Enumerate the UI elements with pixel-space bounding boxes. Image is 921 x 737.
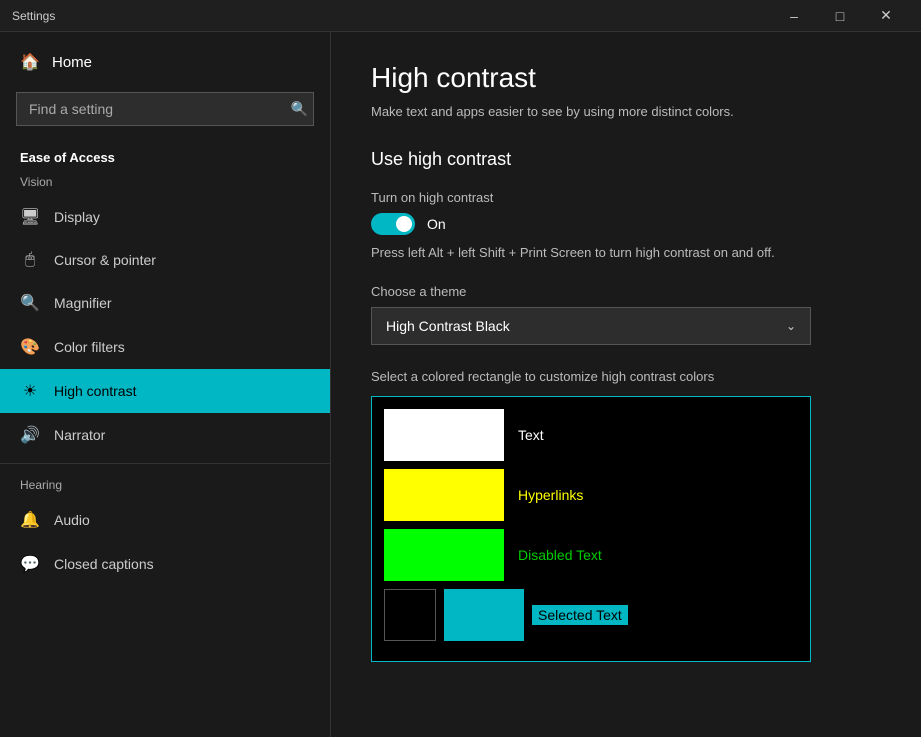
audio-icon: 🔔: [20, 510, 40, 530]
toggle-knob: [396, 216, 412, 232]
chevron-down-icon: ⌄: [786, 319, 796, 333]
sidebar: 🏠 Home 🔍 Ease of Access Vision 🖥 Display…: [0, 32, 330, 737]
vision-label: Vision: [0, 171, 330, 195]
sidebar-item-color-filters[interactable]: 🎨 Color filters: [0, 325, 330, 369]
search-input[interactable]: [16, 92, 314, 126]
sidebar-cursor-label: Cursor & pointer: [54, 252, 156, 268]
magnifier-icon: 🔍: [20, 293, 40, 313]
display-icon: 🖥: [20, 207, 40, 227]
selected-text-label: Selected Text: [532, 605, 628, 625]
sidebar-audio-label: Audio: [54, 512, 90, 528]
cursor-icon: 🖱: [20, 251, 40, 269]
page-subtitle: Make text and apps easier to see by usin…: [371, 104, 881, 119]
high-contrast-icon: ☀: [20, 381, 40, 401]
narrator-icon: 🔊: [20, 425, 40, 445]
main-content: High contrast Make text and apps easier …: [330, 32, 921, 737]
sidebar-divider: [0, 463, 330, 464]
color-row-text: Text: [384, 409, 798, 461]
toggle-row: On: [371, 213, 881, 235]
color-rect-label: Select a colored rectangle to customize …: [371, 369, 881, 384]
app-container: 🏠 Home 🔍 Ease of Access Vision 🖥 Display…: [0, 32, 921, 737]
theme-selected-value: High Contrast Black: [386, 318, 510, 334]
text-color-swatch[interactable]: [384, 409, 504, 461]
selected-text-fg-swatch[interactable]: [444, 589, 524, 641]
hearing-label: Hearing: [0, 470, 330, 498]
choose-theme-label: Choose a theme: [371, 284, 881, 299]
selected-text-bg-swatch[interactable]: [384, 589, 436, 641]
sidebar-item-magnifier[interactable]: 🔍 Magnifier: [0, 281, 330, 325]
toggle-label: Turn on high contrast: [371, 190, 881, 205]
shortcut-hint: Press left Alt + left Shift + Print Scre…: [371, 245, 881, 260]
text-color-label: Text: [518, 427, 544, 443]
color-row-hyperlinks: Hyperlinks: [384, 469, 798, 521]
sidebar-closed-captions-label: Closed captions: [54, 556, 154, 572]
search-button[interactable]: 🔍: [291, 101, 308, 118]
theme-dropdown[interactable]: High Contrast Black ⌄: [371, 307, 811, 345]
closed-captions-icon: 💬: [20, 554, 40, 574]
color-filters-icon: 🎨: [20, 337, 40, 357]
sidebar-item-high-contrast[interactable]: ☀ High contrast: [0, 369, 330, 413]
maximize-button[interactable]: □: [817, 0, 863, 32]
sidebar-item-closed-captions[interactable]: 💬 Closed captions: [0, 542, 330, 586]
toggle-state-label: On: [427, 216, 446, 232]
hyperlinks-color-swatch[interactable]: [384, 469, 504, 521]
sidebar-narrator-label: Narrator: [54, 427, 105, 443]
disabled-text-color-swatch[interactable]: [384, 529, 504, 581]
sidebar-item-display[interactable]: 🖥 Display: [0, 195, 330, 239]
sidebar-home-item[interactable]: 🏠 Home: [0, 32, 330, 92]
color-row-selected-text: Selected Text: [384, 589, 798, 641]
sidebar-color-filters-label: Color filters: [54, 339, 125, 355]
high-contrast-toggle[interactable]: [371, 213, 415, 235]
hyperlinks-color-label: Hyperlinks: [518, 487, 583, 503]
sidebar-search-container: 🔍: [16, 92, 314, 126]
app-title: Settings: [12, 9, 55, 23]
section-heading: Use high contrast: [371, 149, 881, 170]
close-button[interactable]: ✕: [863, 0, 909, 32]
sidebar-display-label: Display: [54, 209, 100, 225]
sidebar-item-cursor[interactable]: 🖱 Cursor & pointer: [0, 239, 330, 281]
page-title: High contrast: [371, 62, 881, 94]
color-customization-panel: Text Hyperlinks Disabled Text Selected T…: [371, 396, 811, 662]
sidebar-high-contrast-label: High contrast: [54, 383, 136, 399]
color-row-disabled-text: Disabled Text: [384, 529, 798, 581]
sidebar-magnifier-label: Magnifier: [54, 295, 112, 311]
window-controls: – □ ✕: [771, 0, 909, 32]
ease-of-access-label: Ease of Access: [0, 142, 330, 171]
sidebar-home-label: Home: [52, 54, 92, 71]
title-bar: Settings – □ ✕: [0, 0, 921, 32]
home-icon: 🏠: [20, 52, 40, 72]
disabled-text-color-label: Disabled Text: [518, 547, 602, 563]
sidebar-item-narrator[interactable]: 🔊 Narrator: [0, 413, 330, 457]
sidebar-item-audio[interactable]: 🔔 Audio: [0, 498, 330, 542]
minimize-button[interactable]: –: [771, 0, 817, 32]
